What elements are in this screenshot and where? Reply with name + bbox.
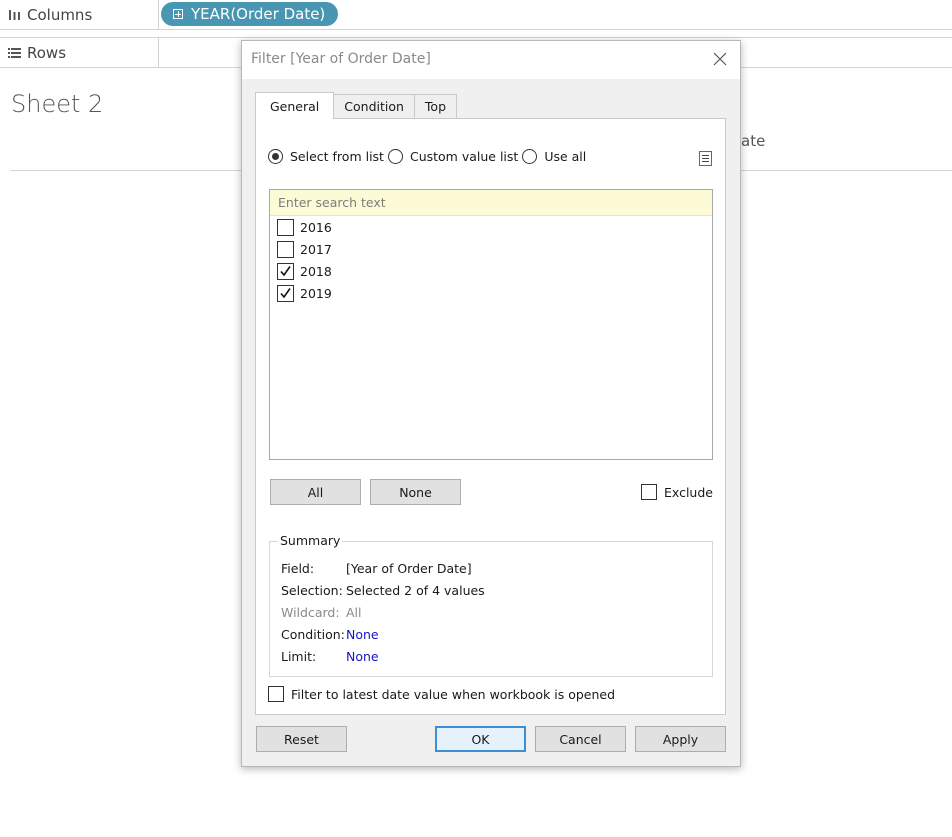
- year-order-date-pill[interactable]: YEAR(Order Date): [161, 2, 339, 26]
- summary-key: Wildcard:: [281, 605, 340, 620]
- checkbox-icon[interactable]: [277, 240, 294, 258]
- list-item-label: 2019: [300, 285, 332, 301]
- dialog-tabs: General Condition Top: [255, 92, 458, 119]
- exclude-label: Exclude: [664, 484, 713, 500]
- sheet-title: Sheet 2: [11, 90, 104, 118]
- columns-icon: [7, 8, 21, 22]
- reset-button[interactable]: Reset: [256, 726, 347, 752]
- summary-legend: Summary: [278, 533, 343, 548]
- checkbox-icon[interactable]: [277, 218, 294, 236]
- dialog-titlebar[interactable]: Filter [Year of Order Date]: [242, 41, 740, 79]
- rows-shelf-label: Rows: [0, 38, 159, 67]
- summary-selection-row: Selection: Selected 2 of 4 values: [281, 583, 485, 598]
- list-item[interactable]: 2018: [270, 260, 712, 282]
- tab-top[interactable]: Top: [413, 94, 458, 118]
- exclude-checkbox[interactable]: Exclude: [641, 484, 713, 500]
- close-icon[interactable]: [710, 49, 730, 69]
- summary-field-row: Field: [Year of Order Date]: [281, 561, 472, 576]
- apply-button[interactable]: Apply: [635, 726, 726, 752]
- selection-mode-group: Select from list Custom value list Use a…: [268, 149, 590, 164]
- list-item[interactable]: 2016: [270, 216, 712, 238]
- filter-dialog: Filter [Year of Order Date] General Cond…: [241, 40, 741, 767]
- list-item[interactable]: 2017: [270, 238, 712, 260]
- background-header-text: ate: [741, 132, 766, 150]
- summary-group: Summary Field: [Year of Order Date] Sele…: [269, 533, 713, 677]
- radio-button[interactable]: [522, 149, 538, 164]
- columns-label: Columns: [27, 5, 93, 24]
- general-tab-panel: Select from list Custom value list Use a…: [255, 118, 726, 715]
- summary-wildcard-row: Wildcard: All: [281, 605, 362, 620]
- dialog-title: Filter [Year of Order Date]: [251, 51, 431, 67]
- summary-key: Condition:: [281, 627, 345, 642]
- filter-latest-label: Filter to latest date value when workboo…: [291, 686, 616, 702]
- summary-key: Selection:: [281, 583, 343, 598]
- radio-custom-value-list[interactable]: Custom value list: [387, 149, 519, 164]
- limit-link[interactable]: None: [346, 649, 379, 664]
- summary-limit-row: Limit: None: [281, 649, 379, 664]
- radio-use-all[interactable]: Use all: [522, 149, 586, 164]
- checkbox-icon[interactable]: [277, 284, 294, 302]
- tab-condition[interactable]: Condition: [333, 94, 415, 118]
- checkbox-icon[interactable]: [277, 262, 294, 280]
- radio-button[interactable]: [387, 149, 403, 164]
- radio-select-from-list[interactable]: Select from list: [268, 149, 384, 164]
- summary-value: [Year of Order Date]: [346, 561, 472, 576]
- radio-label: Custom value list: [409, 149, 519, 164]
- summary-value: All: [346, 605, 362, 620]
- radio-label: Select from list: [290, 149, 384, 164]
- cancel-button[interactable]: Cancel: [535, 726, 626, 752]
- radio-label: Use all: [544, 149, 587, 164]
- list-menu-icon[interactable]: [699, 151, 712, 166]
- none-button[interactable]: None: [370, 479, 461, 505]
- rows-icon: [7, 46, 21, 60]
- filter-latest-checkbox[interactable]: Filter to latest date value when workboo…: [268, 686, 615, 702]
- search-input[interactable]: Enter search text: [270, 190, 712, 216]
- columns-shelf-label: Columns: [0, 0, 159, 29]
- tab-general[interactable]: General: [255, 92, 335, 119]
- expand-plus-icon[interactable]: [173, 9, 183, 19]
- summary-value: Selected 2 of 4 values: [346, 583, 485, 598]
- all-button[interactable]: All: [270, 479, 361, 505]
- values-listbox[interactable]: Enter search text 2016 2017 2018 2019: [269, 189, 713, 460]
- condition-link[interactable]: None: [346, 627, 379, 642]
- ok-button[interactable]: OK: [435, 726, 526, 752]
- pill-label: YEAR(Order Date): [191, 5, 326, 23]
- summary-key: Limit:: [281, 649, 317, 664]
- rows-label: Rows: [27, 43, 67, 62]
- radio-button[interactable]: [268, 149, 283, 164]
- summary-key: Field:: [281, 561, 315, 576]
- list-item[interactable]: 2019: [270, 282, 712, 304]
- list-item-label: 2018: [300, 263, 332, 279]
- summary-condition-row: Condition: None: [281, 627, 379, 642]
- columns-shelf[interactable]: Columns YEAR(Order Date): [0, 0, 952, 30]
- list-item-label: 2017: [300, 241, 332, 257]
- list-item-label: 2016: [300, 219, 332, 235]
- checkbox-icon[interactable]: [268, 686, 284, 702]
- checkbox-icon[interactable]: [641, 484, 657, 500]
